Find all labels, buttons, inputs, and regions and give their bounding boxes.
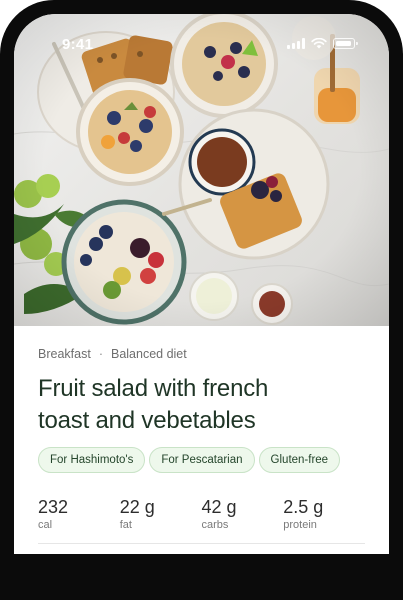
battery-icon: [333, 38, 358, 49]
status-icons: [287, 38, 358, 49]
cellular-signal-icon: [287, 38, 305, 49]
recipe-title: Fruit salad with french toast and vebeta…: [38, 373, 365, 437]
category-separator: ·: [98, 347, 103, 361]
stat-carbs: 42 g carbs: [202, 497, 284, 531]
stat-unit: cal: [38, 519, 53, 531]
stat-value: 2.5 g: [283, 497, 324, 517]
stat-unit: fat: [119, 519, 132, 531]
stat-value: 22 g: [119, 497, 155, 517]
stat-value: 232: [38, 497, 69, 517]
section-divider: [38, 543, 365, 544]
food-illustration: [14, 14, 389, 326]
recipe-title-line-1: Fruit salad with french: [38, 375, 269, 402]
recipe-details: Breakfast · Balanced diet Fruit salad wi…: [38, 326, 365, 531]
stat-calories: 232 cal: [38, 497, 120, 531]
tag-pescatarian[interactable]: For Pescatarian: [149, 447, 255, 473]
category-meal-type: Breakfast: [38, 347, 91, 361]
diet-tags: For Hashimoto's For Pescatarian Gluten-f…: [38, 447, 365, 473]
recipe-title-line-2: toast and vebetables: [38, 407, 256, 434]
phone-frame: 9:41 Breakfast · Balanced diet Fruit sal…: [0, 0, 403, 600]
recipe-categories: Breakfast · Balanced diet: [38, 347, 365, 361]
status-bar: 9:41: [14, 14, 389, 58]
stat-value: 42 g: [201, 497, 237, 517]
stat-unit: protein: [283, 519, 317, 531]
stat-unit: carbs: [201, 519, 229, 531]
stat-fat: 22 g fat: [120, 497, 202, 531]
nutrition-stats: 232 cal 22 g fat 42 g carbs 2.5 g protei…: [38, 497, 365, 531]
stat-protein: 2.5 g protein: [283, 497, 365, 531]
wifi-icon: [311, 38, 327, 49]
app-screen: 9:41 Breakfast · Balanced diet Fruit sal…: [14, 14, 389, 554]
category-diet: Balanced diet: [110, 347, 187, 361]
food-hero-photo: [14, 14, 389, 326]
status-time: 9:41: [62, 36, 94, 53]
tag-hashimotos[interactable]: For Hashimoto's: [38, 447, 146, 473]
tag-gluten-free[interactable]: Gluten-free: [258, 447, 341, 473]
